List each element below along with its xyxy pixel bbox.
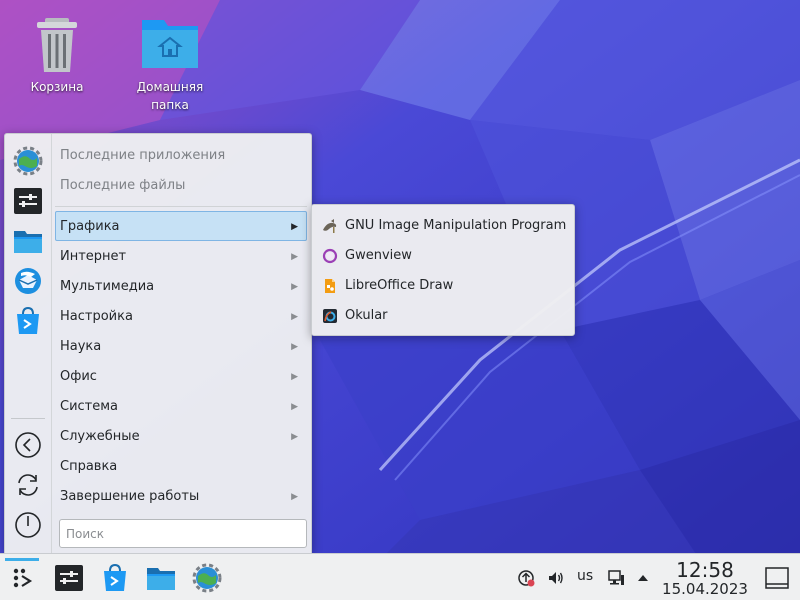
logout-button[interactable] bbox=[14, 431, 42, 459]
submenu-item-gwenview[interactable]: Gwenview bbox=[316, 241, 572, 271]
menu-item-label: Настройка bbox=[60, 309, 133, 324]
network-wired-icon bbox=[608, 570, 624, 585]
favorites-separator bbox=[11, 418, 45, 419]
submenu-item-label: LibreOffice Draw bbox=[345, 278, 454, 293]
menu-item-internet[interactable]: Интернет ▶ bbox=[55, 241, 307, 271]
logout-icon bbox=[15, 432, 41, 458]
menu-item-label: Завершение работы bbox=[60, 489, 200, 504]
submenu-arrow-icon: ▶ bbox=[291, 312, 298, 322]
desktop-icon-home-folder[interactable]: Домашняя папка bbox=[120, 12, 220, 114]
menu-item-label: Система bbox=[60, 399, 119, 414]
thunderbird-icon bbox=[15, 268, 41, 294]
favorite-system-settings[interactable] bbox=[13, 146, 43, 176]
volume-icon bbox=[549, 572, 563, 584]
launcher-active-indicator bbox=[5, 558, 39, 561]
submenu-arrow-icon: ▶ bbox=[291, 492, 298, 502]
update-notifier-button[interactable] bbox=[517, 569, 535, 587]
menu-item-label: Наука bbox=[60, 339, 102, 354]
show-hidden-icons-button[interactable] bbox=[634, 569, 652, 587]
menu-item-settings[interactable]: Настройка ▶ bbox=[55, 301, 307, 331]
submenu-item-gimp[interactable]: GNU Image Manipulation Program bbox=[316, 211, 572, 241]
menu-item-graphics[interactable]: Графика ▶ bbox=[55, 211, 307, 241]
graphics-submenu: GNU Image Manipulation Program Gwenview … bbox=[311, 204, 575, 336]
update-notifier-icon bbox=[518, 570, 535, 587]
menu-item-office[interactable]: Офис ▶ bbox=[55, 361, 307, 391]
okular-icon bbox=[322, 308, 338, 324]
desktop-icon-label: Домашняя папка bbox=[136, 80, 204, 112]
discover-icon bbox=[104, 563, 126, 591]
discover-icon bbox=[17, 306, 39, 334]
favorite-konsole[interactable] bbox=[13, 186, 43, 216]
menu-separator bbox=[55, 206, 307, 207]
konsole-icon bbox=[55, 565, 83, 591]
submenu-arrow-icon: ▶ bbox=[291, 342, 298, 352]
restart-icon bbox=[18, 474, 38, 496]
desktop-icon-trash[interactable]: Корзина bbox=[7, 12, 107, 96]
show-desktop-icon bbox=[765, 567, 789, 589]
submenu-arrow-icon: ▶ bbox=[291, 372, 298, 382]
favorite-discover[interactable] bbox=[13, 306, 43, 336]
menu-item-label: Офис bbox=[60, 369, 97, 384]
system-settings-icon bbox=[192, 563, 222, 593]
menu-item-utilities[interactable]: Служебные ▶ bbox=[55, 421, 307, 451]
chevron-up-icon bbox=[638, 575, 648, 581]
network-button[interactable] bbox=[607, 569, 625, 587]
trash-icon bbox=[37, 18, 77, 72]
submenu-item-libreoffice-draw[interactable]: LibreOffice Draw bbox=[316, 271, 572, 301]
menu-item-recent-files[interactable]: Последние файлы bbox=[55, 170, 307, 200]
submenu-item-okular[interactable]: Okular bbox=[316, 301, 572, 331]
task-system-settings[interactable] bbox=[192, 563, 222, 593]
gimp-icon bbox=[322, 218, 338, 234]
menu-item-label: Справка bbox=[60, 459, 118, 474]
shutdown-button[interactable] bbox=[14, 511, 42, 539]
submenu-arrow-icon: ▶ bbox=[291, 222, 298, 232]
submenu-arrow-icon: ▶ bbox=[291, 282, 298, 292]
menu-item-label: Последние файлы bbox=[60, 178, 186, 193]
task-konsole[interactable] bbox=[54, 563, 84, 593]
menu-item-label: Мультимедиа bbox=[60, 279, 155, 294]
favorites-column bbox=[5, 134, 52, 554]
home-folder-icon bbox=[142, 20, 198, 68]
submenu-arrow-icon: ▶ bbox=[291, 402, 298, 412]
submenu-arrow-icon: ▶ bbox=[291, 432, 298, 442]
menu-item-science[interactable]: Наука ▶ bbox=[55, 331, 307, 361]
application-launcher-menu: Последние приложения Последние файлы Гра… bbox=[4, 133, 312, 554]
volume-button[interactable] bbox=[547, 569, 565, 587]
clock-date[interactable]: 15.04.2023 bbox=[660, 580, 750, 598]
dolphin-icon bbox=[147, 568, 175, 590]
restart-button[interactable] bbox=[14, 471, 42, 499]
menu-item-label: Последние приложения bbox=[60, 148, 226, 163]
menu-item-recent-apps[interactable]: Последние приложения bbox=[55, 140, 307, 170]
keyboard-layout-indicator[interactable]: us bbox=[577, 568, 593, 584]
dolphin-icon bbox=[14, 231, 42, 253]
search-input[interactable] bbox=[59, 519, 307, 548]
task-dolphin[interactable] bbox=[146, 563, 176, 593]
menu-item-help[interactable]: Справка bbox=[55, 451, 307, 481]
submenu-item-label: GNU Image Manipulation Program bbox=[345, 218, 567, 233]
desktop-icon-label: Корзина bbox=[30, 80, 84, 94]
libreoffice-draw-icon bbox=[322, 278, 338, 294]
task-discover[interactable] bbox=[100, 563, 130, 593]
submenu-arrow-icon: ▶ bbox=[291, 252, 298, 262]
submenu-item-label: Gwenview bbox=[345, 248, 412, 263]
menu-item-label: Интернет bbox=[60, 249, 127, 264]
gwenview-icon bbox=[322, 248, 338, 264]
kde-launcher-icon bbox=[13, 568, 33, 588]
menu-item-shutdown[interactable]: Завершение работы ▶ bbox=[55, 481, 307, 511]
submenu-item-label: Okular bbox=[345, 308, 388, 323]
favorite-thunderbird[interactable] bbox=[13, 266, 43, 296]
favorite-dolphin[interactable] bbox=[13, 226, 43, 256]
konsole-icon bbox=[14, 188, 42, 214]
menu-item-system[interactable]: Система ▶ bbox=[55, 391, 307, 421]
menu-item-label: Служебные bbox=[60, 429, 140, 444]
show-desktop-button[interactable] bbox=[764, 566, 790, 590]
system-settings-icon bbox=[13, 146, 43, 176]
menu-item-label: Графика bbox=[60, 219, 120, 234]
taskbar: us 12:58 15.04.2023 bbox=[0, 553, 800, 600]
menu-item-multimedia[interactable]: Мультимедиа ▶ bbox=[55, 271, 307, 301]
shutdown-icon bbox=[15, 512, 41, 538]
application-launcher-button[interactable] bbox=[8, 563, 38, 593]
clock-time[interactable]: 12:58 bbox=[672, 558, 738, 582]
